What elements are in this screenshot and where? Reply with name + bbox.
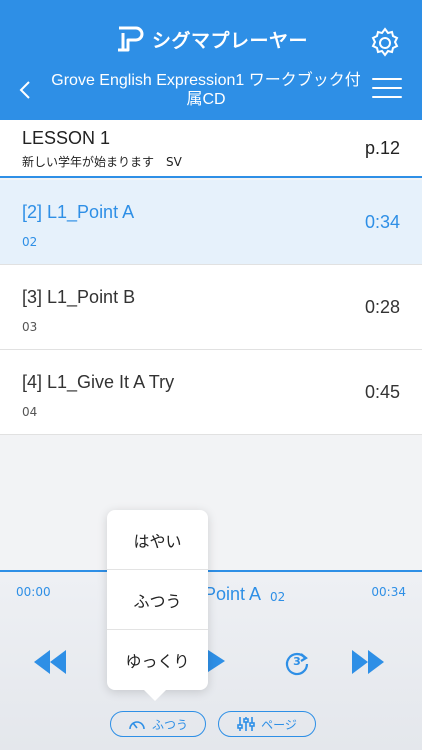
- lesson-subtitle: 新しい学年が始まります SV: [22, 155, 182, 169]
- fast-forward-icon[interactable]: [350, 648, 386, 676]
- now-playing-number: 02: [270, 590, 286, 604]
- speed-button[interactable]: ふつう: [110, 711, 206, 737]
- sliders-icon: [237, 717, 255, 731]
- speed-option-normal[interactable]: ふつう: [107, 570, 208, 630]
- lesson-title: LESSON 1: [22, 128, 111, 148]
- repeat-count: 3: [293, 655, 301, 668]
- speed-menu-arrow: [143, 689, 167, 701]
- lesson-page: p.12: [364, 138, 400, 158]
- track-number: 04: [22, 405, 38, 419]
- sigma-logo-icon: [117, 26, 144, 52]
- track-row[interactable]: [4] L1_Give It A Try 04 0:45: [0, 350, 422, 435]
- speed-menu: はやい ふつう ゆっくり: [107, 510, 208, 690]
- page-button[interactable]: ページ: [218, 711, 316, 737]
- speed-option-slow[interactable]: ゆっくり: [107, 630, 208, 690]
- track-duration: 0:34: [364, 212, 400, 232]
- elapsed-time: 00:00: [16, 585, 51, 599]
- track-duration: 0:45: [364, 382, 400, 402]
- track-title: [2] L1_Point A: [22, 202, 135, 222]
- track-title: [4] L1_Give It A Try: [22, 372, 175, 392]
- repeat-button[interactable]: 3: [284, 650, 310, 676]
- player-panel: 00:00 00:34 Point A 02 3 ふつう ページ: [0, 570, 422, 750]
- track-duration: 0:28: [364, 297, 400, 317]
- rewind-icon[interactable]: [32, 648, 68, 676]
- total-time: 00:34: [371, 585, 406, 599]
- track-title: [3] L1_Point B: [22, 287, 136, 307]
- track-row[interactable]: [2] L1_Point A 02 0:34: [0, 180, 422, 265]
- track-row[interactable]: [3] L1_Point B 03 0:28: [0, 265, 422, 350]
- track-number: 03: [22, 320, 38, 334]
- brand: シグマプレーヤー: [0, 24, 422, 54]
- page-label: ページ: [261, 717, 297, 732]
- track-list: [2] L1_Point A 02 0:34 [3] L1_Point B 03…: [0, 180, 422, 435]
- speedometer-icon: [129, 721, 145, 730]
- back-chevron-icon[interactable]: [14, 78, 38, 102]
- speed-option-fast[interactable]: はやい: [107, 510, 208, 570]
- lesson-header: LESSON 1 新しい学年が始まります SV p.12: [0, 120, 422, 178]
- speed-label: ふつう: [151, 717, 188, 732]
- now-playing-title: Point A: [204, 584, 262, 604]
- album-title: Grove English Expression1 ワークブック付属CD: [51, 72, 361, 108]
- track-number: 02: [22, 235, 38, 249]
- hamburger-menu-icon[interactable]: [372, 78, 402, 102]
- app-header: シグマプレーヤー Grove English Expression1 ワークブッ…: [0, 0, 422, 120]
- brand-name: シグマプレーヤー: [151, 29, 308, 52]
- gear-icon[interactable]: [368, 26, 402, 60]
